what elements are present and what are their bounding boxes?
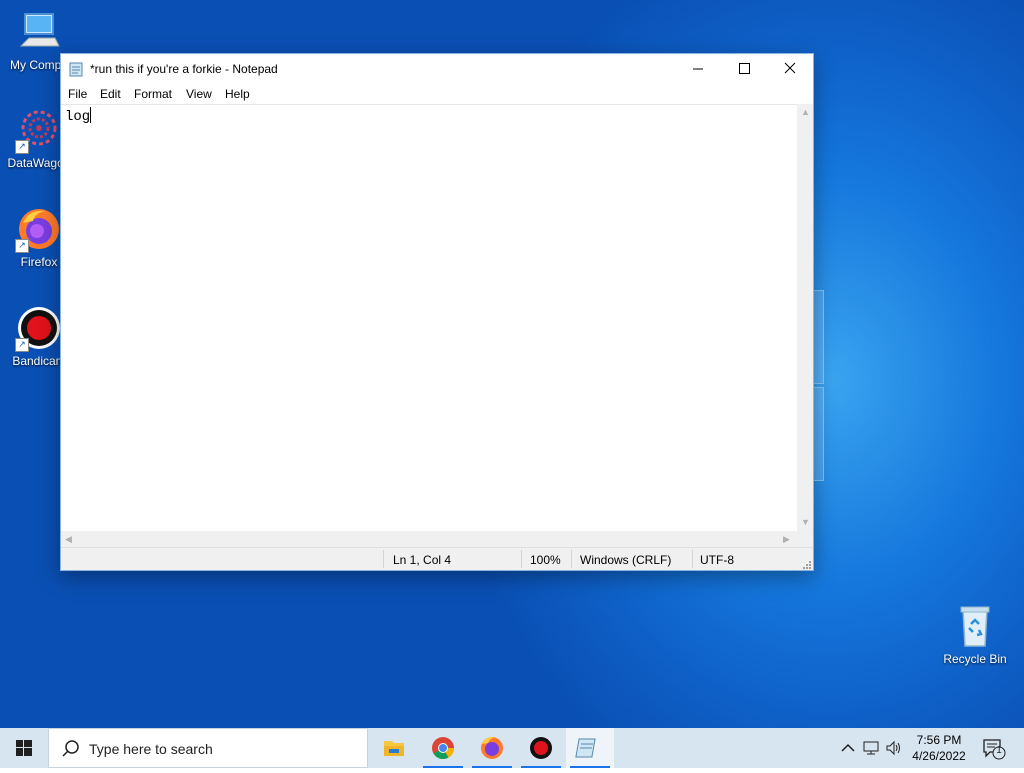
taskbar-firefox[interactable] (468, 728, 516, 768)
status-position: Ln 1, Col 4 (393, 553, 452, 567)
minimize-icon (693, 68, 703, 70)
menu-help[interactable]: Help (225, 87, 250, 101)
firefox-icon (481, 736, 503, 759)
notepad-icon (575, 738, 596, 758)
scroll-right-icon[interactable]: ▶ (783, 534, 790, 545)
show-hidden-icons-chevron-up-icon[interactable] (838, 738, 858, 758)
scrollbar-corner (797, 531, 813, 547)
status-line-ending: Windows (CRLF) (580, 553, 672, 567)
text-caret (90, 107, 92, 123)
vertical-scrollbar[interactable]: ▲ ▼ (797, 104, 813, 531)
status-divider (571, 550, 572, 568)
status-divider (383, 550, 384, 568)
shortcut-arrow-icon: ↗ (15, 338, 29, 352)
close-button[interactable] (767, 54, 813, 84)
desktop-icon-label: Recycle Bin (943, 652, 1007, 666)
volume-icon[interactable] (884, 738, 904, 758)
start-button[interactable] (0, 728, 48, 768)
scroll-left-icon[interactable]: ◀ (65, 534, 72, 545)
computer-icon (15, 8, 63, 56)
notepad-app-icon (69, 61, 83, 77)
datawagon-icon: ↗ (15, 106, 63, 154)
taskbar-clock[interactable]: 7:56 PM 4/26/2022 (906, 732, 972, 764)
maximize-button[interactable] (721, 54, 767, 84)
window-title: *run this if you're a forkie - Notepad (90, 62, 278, 76)
maximize-icon (739, 63, 750, 74)
bandicam-icon: ↗ (15, 304, 63, 352)
taskbar-notepad[interactable] (566, 728, 614, 768)
shortcut-arrow-icon: ↗ (15, 239, 29, 253)
menu-file[interactable]: File (68, 87, 87, 101)
status-divider (692, 550, 693, 568)
minimize-button[interactable] (675, 54, 721, 84)
menu-edit[interactable]: Edit (100, 87, 121, 101)
title-bar[interactable]: *run this if you're a forkie - Notepad (61, 54, 813, 84)
notepad-window[interactable]: *run this if you're a forkie - Notepad F… (60, 53, 814, 571)
desktop: My Compu ↗ DataWagon ↗ Firefox ↗ Bandica… (0, 0, 1024, 728)
shortcut-arrow-icon: ↗ (15, 140, 29, 154)
status-zoom: 100% (530, 553, 561, 567)
windows-logo-icon (16, 740, 32, 756)
taskbar-chrome[interactable] (419, 728, 467, 768)
menu-bar: File Edit Format View Help (61, 84, 813, 104)
chrome-icon (432, 737, 454, 759)
file-explorer-icon (384, 741, 404, 756)
notification-count: 1 (996, 745, 1002, 756)
taskbar-search-box[interactable]: Type here to search (48, 728, 368, 768)
menu-view[interactable]: View (186, 87, 212, 101)
bandicam-icon (530, 737, 552, 759)
scroll-down-icon[interactable]: ▼ (801, 517, 810, 527)
scroll-up-icon[interactable]: ▲ (801, 107, 810, 117)
network-icon[interactable] (862, 738, 882, 758)
clock-time: 7:56 PM (916, 733, 962, 747)
editor-content: log (65, 107, 92, 125)
status-encoding: UTF-8 (700, 553, 734, 567)
menu-format[interactable]: Format (134, 87, 172, 101)
close-icon (784, 62, 796, 74)
search-placeholder: Type here to search (89, 741, 213, 757)
status-bar: Ln 1, Col 4 100% Windows (CRLF) UTF-8 (61, 547, 813, 570)
resize-grip-icon[interactable] (801, 556, 811, 569)
search-icon (62, 740, 79, 757)
taskbar-file-explorer[interactable] (370, 728, 418, 768)
recycle-bin-icon (951, 602, 999, 650)
desktop-icon-recycle-bin[interactable]: Recycle Bin (936, 602, 1014, 666)
editor-text: log (65, 109, 91, 125)
taskbar-bandicam[interactable] (517, 728, 565, 768)
clock-date: 4/26/2022 (912, 749, 966, 763)
taskbar: Type here to search 7:56 PM 4/26/2022 1 (0, 728, 1024, 768)
horizontal-scrollbar[interactable]: ◀ ▶ (61, 531, 797, 547)
text-editor[interactable]: log (61, 104, 797, 532)
action-center-button[interactable]: 1 (982, 738, 1006, 760)
firefox-icon: ↗ (15, 205, 63, 253)
status-divider (521, 550, 522, 568)
